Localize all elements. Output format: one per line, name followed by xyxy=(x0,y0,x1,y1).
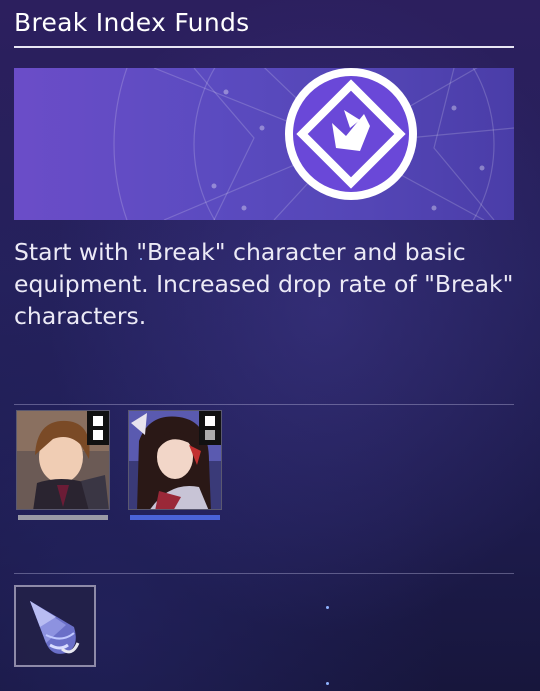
background-sparkle xyxy=(326,606,329,609)
crystal-cone-icon xyxy=(30,601,80,654)
equipment-slot[interactable] xyxy=(14,585,96,667)
character-portrait-dark-hair xyxy=(128,410,222,510)
character-portrait-brown-hair xyxy=(16,410,110,510)
character-card[interactable] xyxy=(128,410,222,520)
path-badge-icon xyxy=(87,411,109,445)
section-divider xyxy=(14,404,514,405)
banner xyxy=(14,68,514,220)
background-sparkle xyxy=(326,682,329,685)
description-text: Start with "Break" character and basic e… xyxy=(14,238,514,330)
character-card[interactable] xyxy=(16,410,110,520)
rarity-bar xyxy=(130,515,220,520)
title-divider xyxy=(14,46,514,48)
page-title: Break Index Funds xyxy=(14,8,250,37)
break-path-icon xyxy=(285,68,417,200)
rarity-bar xyxy=(18,515,108,520)
section-divider xyxy=(14,573,514,574)
background-sparkle xyxy=(140,258,142,260)
path-badge-icon xyxy=(199,411,221,445)
